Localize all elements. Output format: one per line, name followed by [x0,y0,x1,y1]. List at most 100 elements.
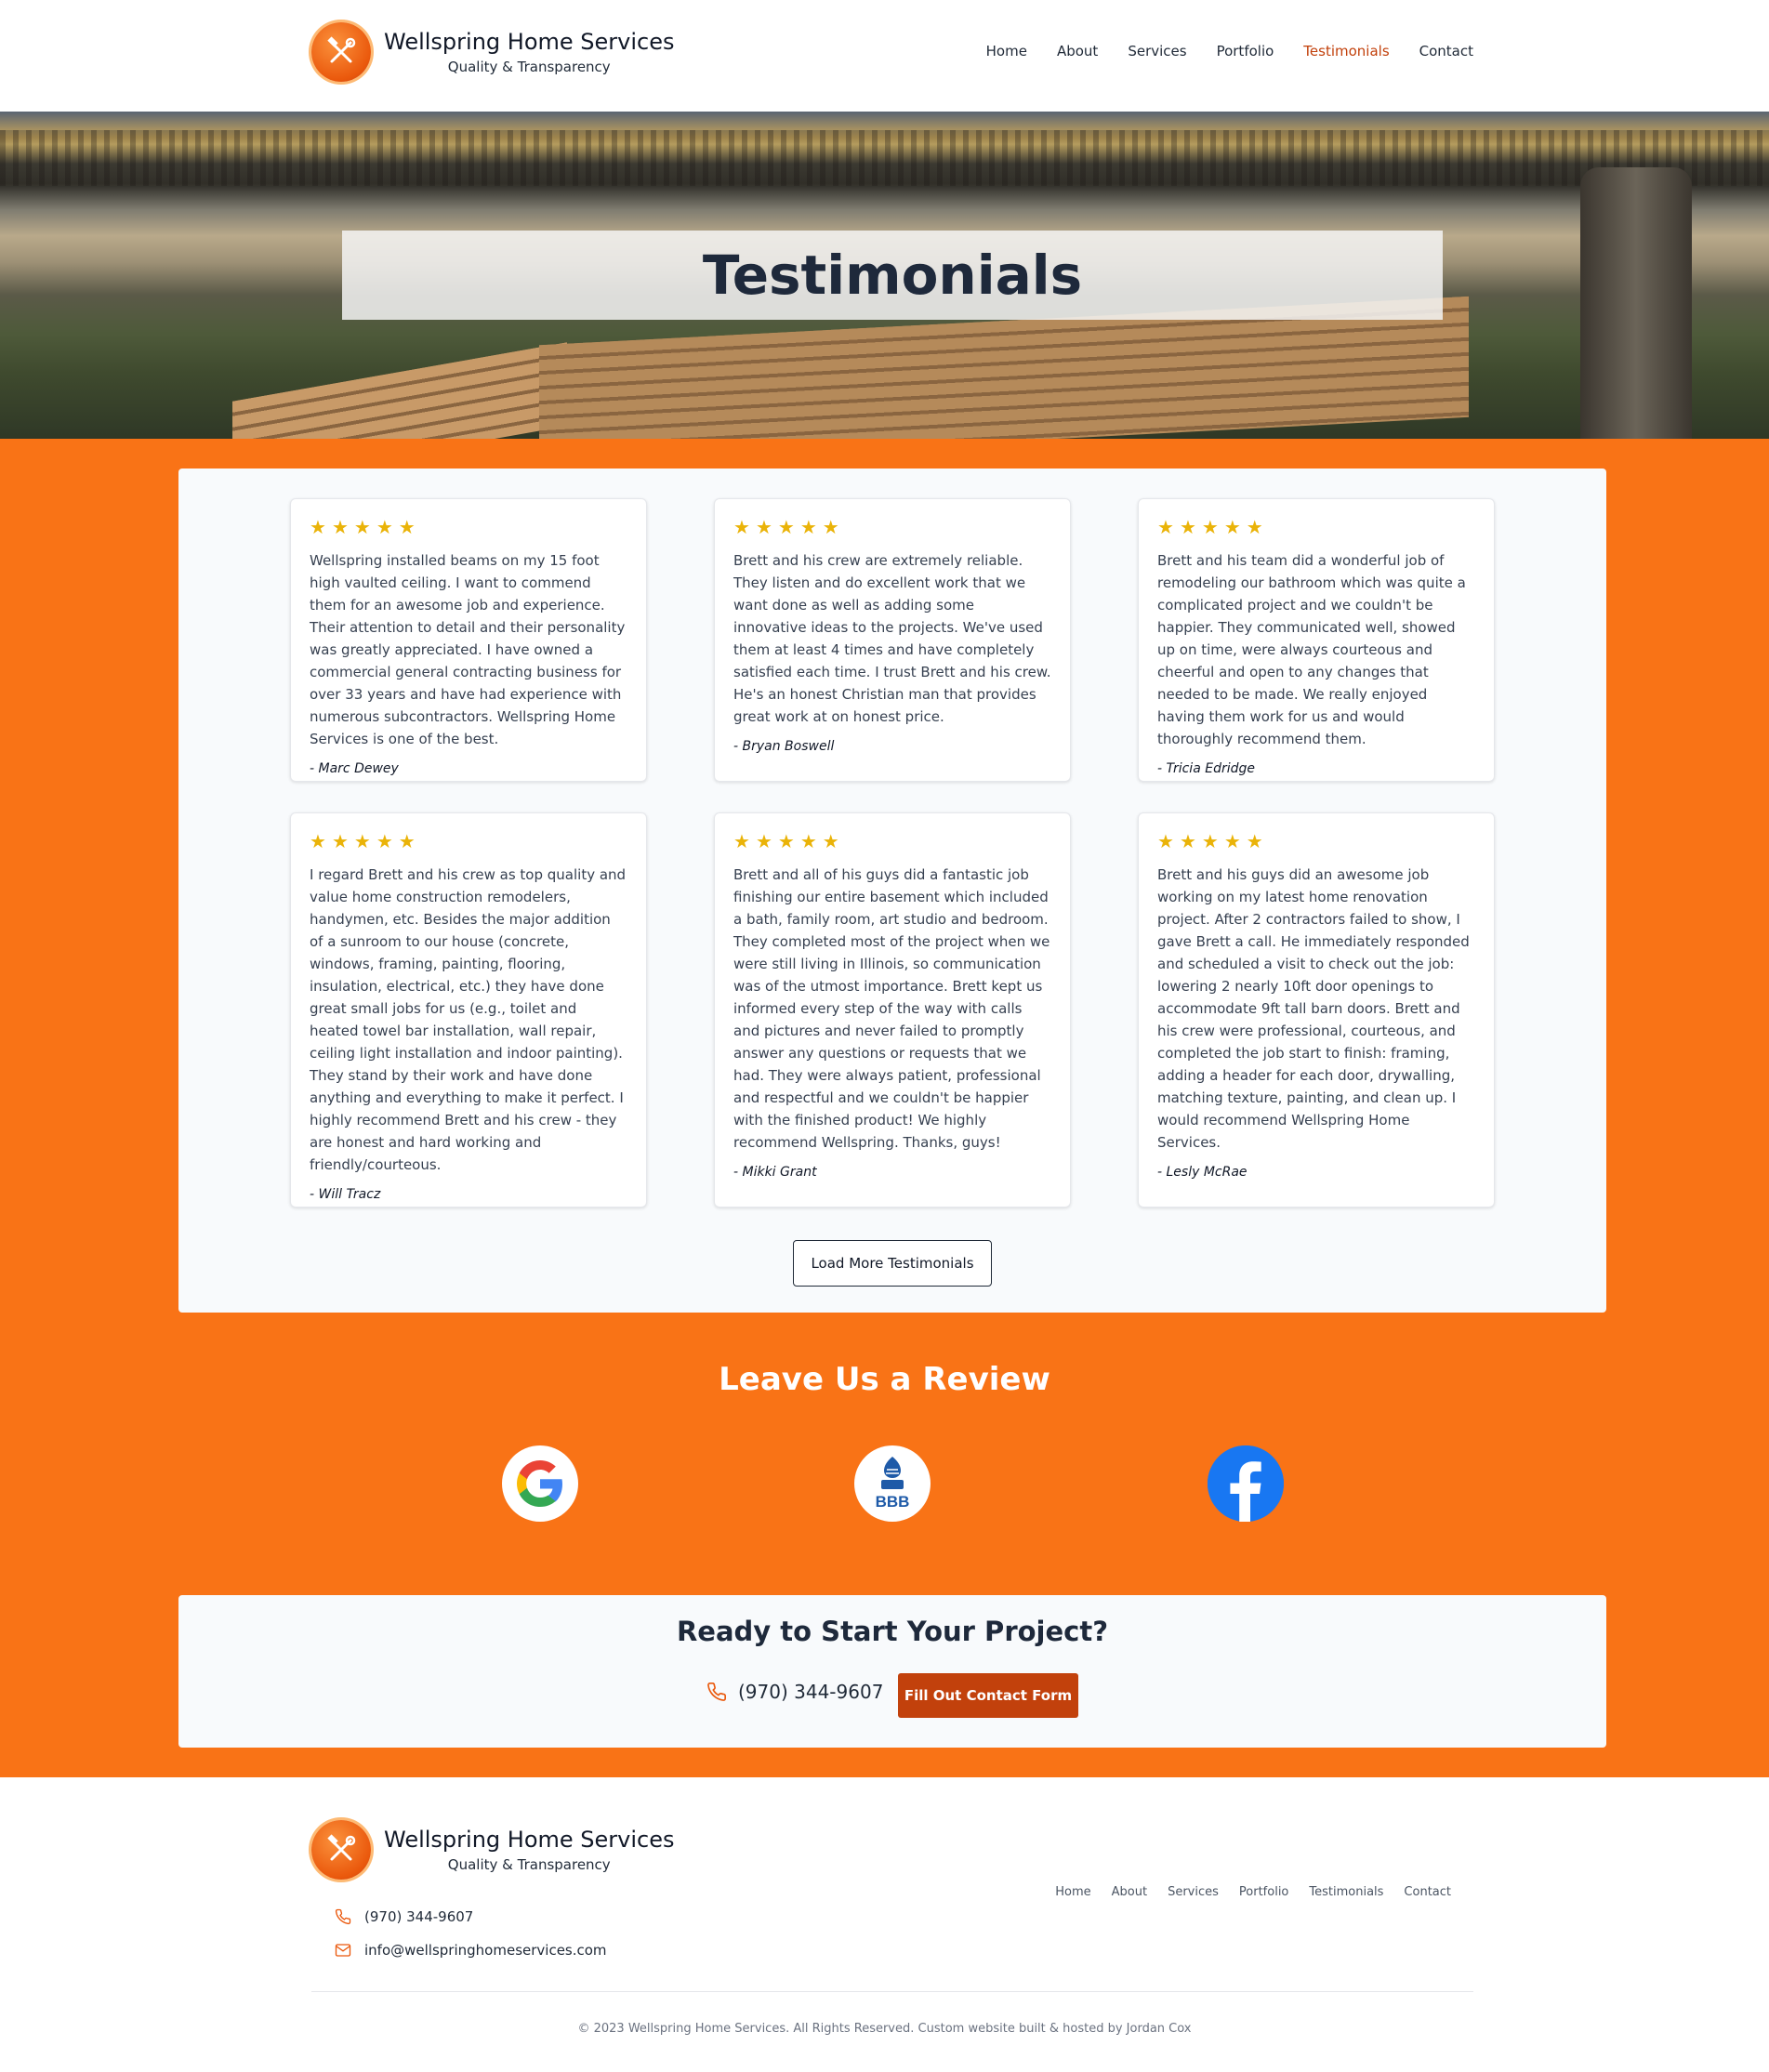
star-rating: ★ ★ ★ ★ ★ [1157,518,1475,536]
star-icon: ★ [376,830,393,852]
nav-portfolio[interactable]: Portfolio [1217,43,1274,59]
brand-name: Wellspring Home Services [384,29,675,55]
star-icon: ★ [398,516,416,538]
nav-about[interactable]: About [1057,43,1098,59]
nav-services[interactable]: Services [1128,43,1186,59]
footer-email-link[interactable]: info@wellspringhomeservices.com [335,1942,607,1959]
star-icon: ★ [777,516,795,538]
star-icon: ★ [733,830,750,852]
star-rating: ★ ★ ★ ★ ★ [1157,832,1475,851]
testimonial-author: - Will Tracz [310,1187,381,1202]
footer-phone: (970) 344-9607 [364,1908,474,1925]
star-icon: ★ [310,830,326,852]
page-title: Testimonials [702,244,1083,307]
facebook-review-link[interactable] [1208,1445,1284,1522]
cta-phone-link[interactable]: (970) 344-9607 [706,1681,883,1703]
cta-phone-number: (970) 344-9607 [738,1681,884,1703]
footer-nav-testimonials[interactable]: Testimonials [1309,1885,1383,1899]
footer-nav-services[interactable]: Services [1168,1885,1219,1899]
testimonial-card: ★ ★ ★ ★ ★ Brett and his guys did an awesome j… [1138,812,1495,1208]
star-icon: ★ [1179,830,1196,852]
testimonial-author: - Lesly McRae [1157,1165,1248,1180]
nav-contact[interactable]: Contact [1419,43,1473,59]
footer-divider [311,1991,1473,1992]
site-header: Wellspring Home Services Quality & Trans… [0,0,1769,112]
star-icon: ★ [822,830,839,852]
star-icon: ★ [1223,516,1241,538]
hammer-wrench-logo-icon [311,1820,371,1880]
star-icon: ★ [799,516,817,538]
star-icon: ★ [353,830,371,852]
star-icon: ★ [398,830,416,852]
testimonial-text: I regard Brett and his crew as top quali… [310,866,627,1173]
footer-nav-about[interactable]: About [1112,1885,1147,1899]
star-icon: ★ [353,516,371,538]
phone-icon [335,1908,351,1925]
hero-fence-left [232,342,567,439]
star-icon: ★ [1223,830,1241,852]
testimonial-author: - Marc Dewey [310,761,399,776]
footer-brand-name: Wellspring Home Services [384,1827,675,1853]
hero-tree [1580,167,1692,439]
star-icon: ★ [376,516,393,538]
testimonial-card: ★ ★ ★ ★ ★ I regard Brett and his crew as top … [290,812,647,1208]
bbb-review-link[interactable]: BBB [854,1445,931,1522]
star-rating: ★ ★ ★ ★ ★ [310,832,627,851]
nav-testimonials[interactable]: Testimonials [1303,43,1389,59]
star-icon: ★ [1157,830,1174,852]
phone-icon [707,1683,726,1701]
nav-home[interactable]: Home [986,43,1027,59]
star-icon: ★ [1179,516,1196,538]
mail-icon [335,1944,351,1957]
star-icon: ★ [733,516,750,538]
brand-logo-link[interactable]: Wellspring Home Services Quality & Trans… [311,22,674,82]
cta-panel: Ready to Start Your Project? (970) 344-9… [178,1595,1606,1748]
star-icon: ★ [1201,830,1219,852]
footer-nav-contact[interactable]: Contact [1404,1885,1451,1899]
footer-nav-home[interactable]: Home [1055,1885,1090,1899]
testimonial-card: ★ ★ ★ ★ ★ Brett and his crew are extremely re… [714,498,1071,782]
testimonial-text: Brett and his team did a wonderful job o… [1157,552,1466,747]
star-icon: ★ [1246,830,1263,852]
facebook-icon [1208,1445,1284,1522]
star-icon: ★ [777,830,795,852]
footer-brand-tagline: Quality & Transparency [447,1856,611,1873]
hero-banner-image: Testimonials [0,112,1769,439]
footer-nav-portfolio[interactable]: Portfolio [1239,1885,1288,1899]
star-icon: ★ [331,516,349,538]
star-icon: ★ [310,516,326,538]
load-more-button[interactable]: Load More Testimonials [793,1240,992,1287]
testimonial-card: ★ ★ ★ ★ ★ Brett and his team did a wonderful … [1138,498,1495,782]
testimonial-text: Brett and all of his guys did a fantasti… [733,866,1050,1151]
star-icon: ★ [755,830,772,852]
star-icon: ★ [1246,516,1263,538]
testimonial-author: - Bryan Boswell [733,739,835,754]
contact-form-button[interactable]: Fill Out Contact Form [898,1673,1078,1718]
hero-title-box: Testimonials [342,231,1443,320]
star-icon: ★ [1157,516,1174,538]
star-icon: ★ [755,516,772,538]
star-rating: ★ ★ ★ ★ ★ [733,518,1051,536]
testimonial-card: ★ ★ ★ ★ ★ Brett and all of his guys did a fan… [714,812,1071,1208]
footer-nav: Home About Services Portfolio Testimonia… [1055,1885,1451,1899]
footer-brand[interactable]: Wellspring Home Services Quality & Trans… [311,1820,674,1880]
testimonial-text: Wellspring installed beams on my 15 foot… [310,552,626,747]
google-review-link[interactable] [502,1445,578,1522]
bbb-label: BBB [876,1493,910,1511]
hero-treeline [0,130,1769,186]
star-icon: ★ [1201,516,1219,538]
hammer-wrench-logo-icon [311,22,371,82]
review-section-title: Leave Us a Review [719,1361,1050,1398]
star-icon: ★ [822,516,839,538]
site-footer: Wellspring Home Services Quality & Trans… [0,1777,1769,2072]
testimonial-text: Brett and his crew are extremely reliabl… [733,552,1051,725]
footer-copyright: © 2023 Wellspring Home Services. All Rig… [577,2022,1192,2036]
footer-phone-link[interactable]: (970) 344-9607 [335,1908,473,1925]
testimonial-author: - Tricia Edridge [1157,761,1255,776]
cta-title: Ready to Start Your Project? [676,1616,1109,1647]
bbb-icon: BBB [876,1457,910,1511]
footer-email: info@wellspringhomeservices.com [364,1942,607,1959]
main-nav: Home About Services Portfolio Testimonia… [986,43,1473,59]
google-icon [517,1460,562,1507]
star-icon: ★ [799,830,817,852]
